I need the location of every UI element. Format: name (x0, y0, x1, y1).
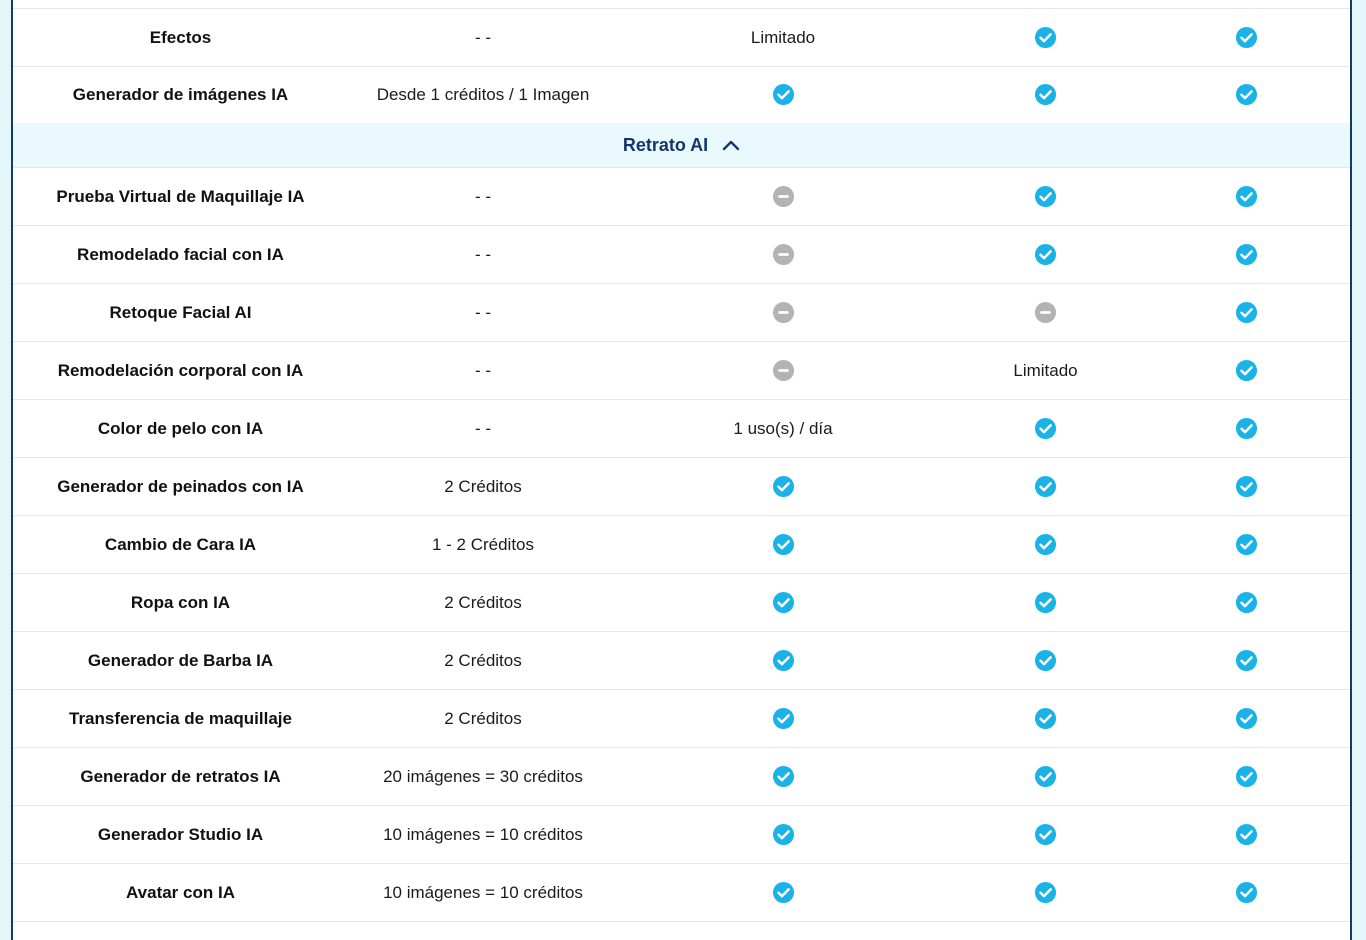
table-row: Retoque Facial AI - - (13, 284, 1350, 342)
feature-name: Prueba Virtual de Maquillaje IA (56, 186, 305, 206)
basic-plan-value: 1 - 2 Créditos (431, 534, 535, 554)
unavailable-icon (618, 168, 948, 225)
table-row: Transferencia de maquillaje 2 Créditos (13, 690, 1350, 748)
table-row: Prueba Virtual de Maquillaje IA - - (13, 168, 1350, 226)
basic-plan-value: 10 imágenes = 10 créditos (383, 882, 583, 902)
feature-name: Ropa con IA (130, 592, 231, 612)
check-icon (1143, 226, 1350, 283)
basic-plan-value: 2 Créditos (444, 592, 522, 612)
basic-plan-value: - - (474, 186, 492, 206)
feature-name: Efectos (149, 27, 212, 47)
basic-plan-value: 2 Créditos (444, 708, 522, 728)
basic-plan-value: Desde 1 créditos / 1 Imagen (376, 84, 590, 104)
check-icon (1143, 342, 1350, 399)
basic-plan-value: - - (474, 244, 492, 264)
check-icon (618, 632, 948, 689)
check-icon (618, 66, 948, 123)
feature-name: Generador de retratos IA (80, 766, 281, 786)
check-icon (948, 226, 1143, 283)
check-icon (1143, 400, 1350, 457)
check-icon (948, 168, 1143, 225)
basic-plan-value: - - (474, 360, 492, 380)
feature-name: Generador de Barba IA (87, 650, 274, 670)
unavailable-icon (948, 284, 1143, 341)
check-icon (948, 806, 1143, 863)
comparison-table: Efectos - - Limitado Generador de imágenes … (11, 0, 1352, 940)
check-icon (1143, 748, 1350, 805)
check-icon (618, 864, 948, 921)
table-row: Generador Studio IA 10 imágenes = 10 créd… (13, 806, 1350, 864)
feature-name: Generador Studio IA (97, 824, 264, 844)
check-icon (948, 748, 1143, 805)
check-icon (1143, 864, 1350, 921)
chevron-up-icon[interactable] (722, 139, 740, 151)
check-icon (1143, 632, 1350, 689)
check-icon (948, 9, 1143, 66)
table-row: Cambio de Cara IA 1 - 2 Créditos (13, 516, 1350, 574)
table-row: Generador de imágenes IA Desde 1 créditos… (13, 66, 1350, 124)
unavailable-icon (618, 284, 948, 341)
check-icon (948, 516, 1143, 573)
table-row: Avatar con IA 10 imágenes = 10 créditos (13, 864, 1350, 922)
table-row: Efectos - - Limitado (13, 8, 1350, 67)
check-icon (1143, 806, 1350, 863)
check-icon (948, 458, 1143, 515)
feature-name: Remodelación corporal con IA (57, 360, 304, 380)
table-row: Color de pelo con IA - - 1 uso(s) / día (13, 400, 1350, 458)
check-icon (1143, 284, 1350, 341)
check-icon (948, 574, 1143, 631)
basic-plan-value: - - (474, 418, 492, 438)
check-icon (1143, 690, 1350, 747)
basic-plan-value: - - (474, 27, 492, 47)
check-icon (1143, 168, 1350, 225)
check-icon (618, 748, 948, 805)
basic-plan-value: 2 Créditos (444, 650, 522, 670)
table-row: Remodelado facial con IA - - (13, 226, 1350, 284)
check-icon (948, 690, 1143, 747)
check-icon (948, 66, 1143, 123)
section-title: Retrato AI (622, 134, 709, 155)
check-icon (1143, 458, 1350, 515)
check-icon (618, 516, 948, 573)
table-row: Remodelación corporal con IA - - Limitado (13, 342, 1350, 400)
check-icon (618, 806, 948, 863)
check-icon (1143, 9, 1350, 66)
basic-plan-value: 2 Créditos (444, 476, 522, 496)
check-icon (1143, 574, 1350, 631)
table-row: Generador de Barba IA 2 Créditos (13, 632, 1350, 690)
cell-text: Limitado (1013, 360, 1078, 380)
feature-name: Remodelado facial con IA (77, 244, 284, 264)
feature-name: Retoque Facial AI (109, 302, 252, 322)
check-icon (618, 458, 948, 515)
check-icon (618, 574, 948, 631)
feature-name: Generador de imágenes IA (72, 84, 289, 104)
feature-name: Cambio de Cara IA (104, 534, 257, 554)
unavailable-icon (618, 342, 948, 399)
table-row: Generador de retratos IA 20 imágenes = 30… (13, 748, 1350, 806)
basic-plan-value: 20 imágenes = 30 créditos (383, 766, 583, 786)
check-icon (618, 690, 948, 747)
feature-name: Transferencia de maquillaje (69, 708, 292, 728)
section-header-retrato-ai[interactable]: Retrato AI (13, 123, 1350, 168)
unavailable-icon (618, 226, 948, 283)
basic-plan-value: - - (474, 302, 492, 322)
feature-name: Generador de peinados con IA (57, 476, 304, 496)
table-row: Generador de peinados con IA 2 Créditos (13, 458, 1350, 516)
check-icon (948, 864, 1143, 921)
check-icon (1143, 516, 1350, 573)
check-icon (948, 632, 1143, 689)
table-row: Ropa con IA 2 Créditos (13, 574, 1350, 632)
cell-text: 1 uso(s) / día (733, 418, 833, 438)
check-icon (948, 400, 1143, 457)
basic-plan-value: 10 imágenes = 10 créditos (383, 824, 583, 844)
feature-name: Color de pelo con IA (97, 418, 264, 438)
cell-text: Limitado (750, 27, 816, 47)
check-icon (1143, 66, 1350, 123)
feature-name: Avatar con IA (126, 882, 235, 902)
